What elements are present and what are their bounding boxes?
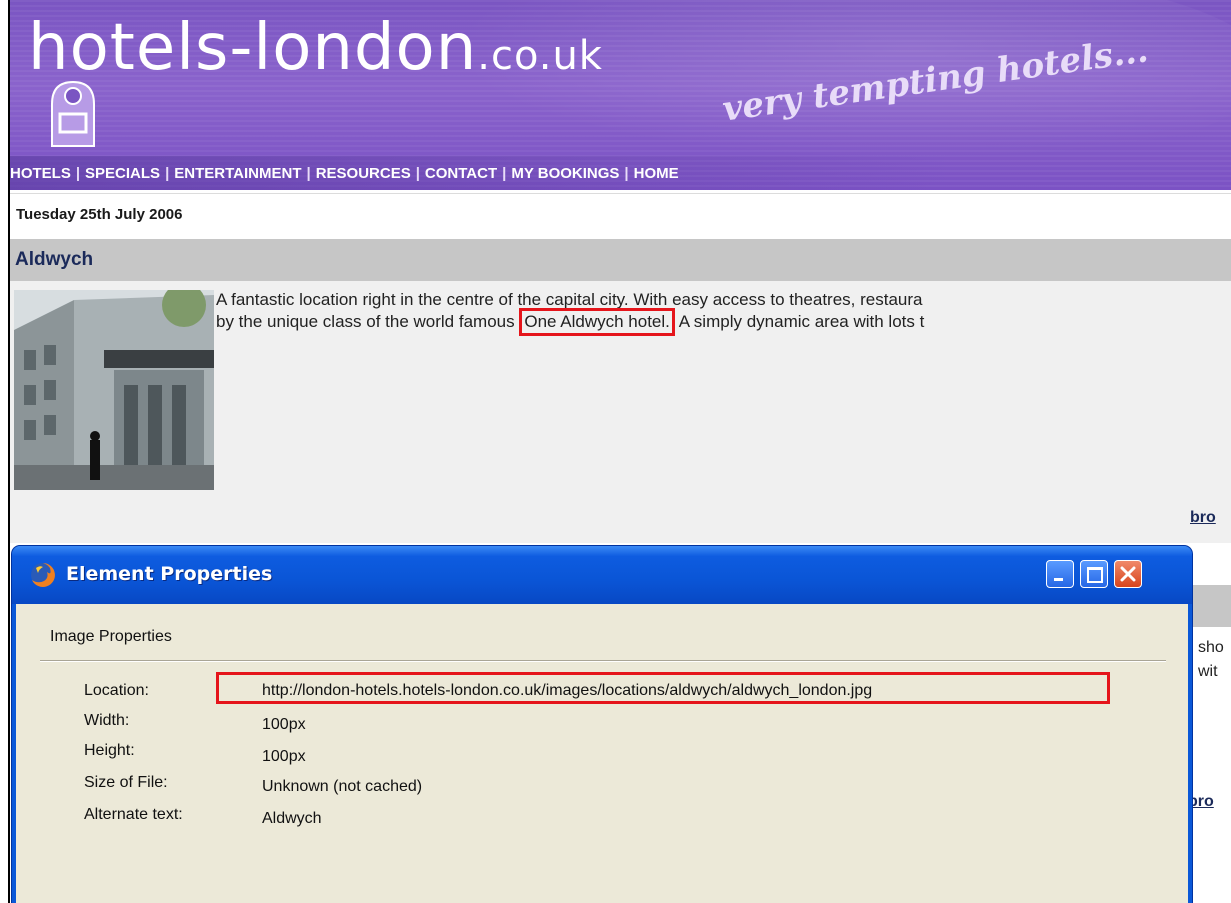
height-value: 100px bbox=[262, 748, 306, 765]
nav-hotels[interactable]: HOTELS bbox=[10, 165, 71, 182]
dialog-title: Element Properties bbox=[66, 563, 273, 585]
nav-separator: | bbox=[75, 164, 81, 182]
window-edge bbox=[0, 0, 10, 903]
element-properties-dialog: Element Properties Image Properties Loca… bbox=[12, 546, 1192, 903]
site-header: hotels-london.co.uk very tempting hotels… bbox=[10, 0, 1231, 190]
description-line-2-end: A simply dynamic area with lots t bbox=[678, 312, 925, 331]
firefox-icon bbox=[31, 563, 55, 587]
door-hanger-icon bbox=[51, 80, 95, 147]
nav-my-bookings[interactable]: MY BOOKINGS bbox=[511, 165, 619, 182]
browse-link-partial[interactable]: bro bbox=[1190, 509, 1216, 527]
nav-separator: | bbox=[502, 164, 507, 182]
close-icon bbox=[1120, 566, 1136, 582]
description-line-2-start: by the unique class of the world famous bbox=[216, 312, 515, 331]
nav-separator: | bbox=[306, 164, 311, 182]
section-header: Aldwych bbox=[10, 239, 1231, 281]
height-label: Height: bbox=[84, 742, 135, 759]
nav-separator: | bbox=[165, 164, 170, 182]
nav-contact[interactable]: CONTACT bbox=[425, 165, 497, 182]
location-description: A fantastic location right in the centre… bbox=[216, 289, 1231, 336]
current-date: Tuesday 25th July 2006 bbox=[16, 206, 183, 223]
location-label: Location: bbox=[84, 682, 149, 699]
one-aldwych-hotel-link[interactable]: One Aldwych hotel. bbox=[524, 312, 670, 331]
nav-entertainment[interactable]: ENTERTAINMENT bbox=[174, 165, 301, 182]
description-line-1: A fantastic location right in the centre… bbox=[216, 290, 923, 309]
close-button[interactable] bbox=[1114, 560, 1142, 588]
location-value[interactable]: http://london-hotels.hotels-london.co.uk… bbox=[262, 682, 872, 700]
width-value: 100px bbox=[262, 716, 306, 733]
size-of-file-label: Size of File: bbox=[84, 774, 168, 791]
next-section-text-line-1: sho bbox=[1198, 639, 1224, 656]
section-title: Aldwych bbox=[15, 249, 94, 270]
next-section-text-line-2: wit bbox=[1198, 663, 1218, 680]
nav-separator: | bbox=[415, 164, 420, 182]
nav-specials[interactable]: SPECIALS bbox=[85, 165, 160, 182]
size-of-file-value: Unknown (not cached) bbox=[262, 778, 423, 795]
group-divider bbox=[40, 660, 1166, 662]
highlight-box-hotel-link: One Aldwych hotel. bbox=[519, 308, 675, 336]
logo-main-text: hotels-london bbox=[28, 11, 478, 85]
logo-suffix-text: .co.uk bbox=[477, 33, 603, 79]
location-content: A fantastic location right in the centre… bbox=[10, 281, 1231, 543]
group-label: Image Properties bbox=[50, 628, 172, 645]
width-label: Width: bbox=[84, 712, 130, 729]
nav-home[interactable]: HOME bbox=[634, 165, 679, 182]
dialog-titlebar[interactable]: Element Properties bbox=[12, 546, 1192, 604]
alternate-text-label: Alternate text: bbox=[84, 806, 183, 823]
main-nav: HOTELS | SPECIALS | ENTERTAINMENT | RESOURCES |… bbox=[10, 156, 1231, 190]
alternate-text-value: Aldwych bbox=[262, 810, 322, 827]
site-logo[interactable]: hotels-london.co.uk bbox=[20, 10, 800, 147]
aldwych-photo[interactable] bbox=[14, 290, 214, 490]
maximize-button[interactable] bbox=[1080, 560, 1108, 588]
dialog-body: Image Properties Location: http://london… bbox=[16, 604, 1188, 903]
minimize-button[interactable] bbox=[1046, 560, 1074, 588]
nav-separator: | bbox=[624, 164, 629, 182]
date-bar: Tuesday 25th July 2006 bbox=[10, 193, 1231, 238]
nav-resources[interactable]: RESOURCES bbox=[316, 165, 411, 182]
